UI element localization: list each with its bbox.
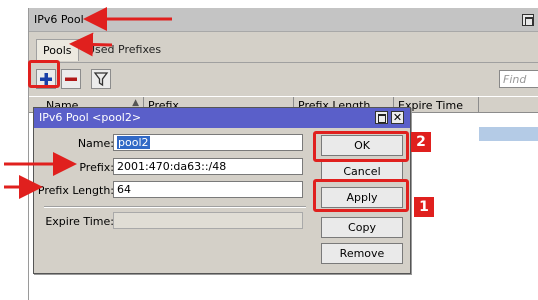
prefix-label: Prefix:: [79, 161, 114, 174]
prefix-length-label: Prefix Length:: [37, 184, 114, 197]
copy-button[interactable]: Copy: [321, 217, 403, 238]
minus-icon: [65, 77, 77, 81]
expire-time-label: Expire Time:: [45, 215, 114, 228]
tab-bar: Used Prefixes Pools: [29, 33, 538, 63]
tab-pools[interactable]: Pools: [36, 39, 79, 61]
remove-button[interactable]: [61, 69, 81, 89]
toolbar: Find: [29, 64, 538, 94]
name-field[interactable]: pool2: [113, 134, 303, 151]
expire-time-field: [113, 212, 303, 229]
find-input[interactable]: Find: [499, 70, 538, 88]
badge-step-1: 1: [414, 197, 434, 217]
prefix-field[interactable]: 2001:470:da63::/48: [113, 158, 303, 175]
dialog-close-icon[interactable]: ✕: [391, 111, 404, 124]
form-separator: [44, 206, 306, 208]
remove-dialog-button[interactable]: Remove: [321, 243, 403, 264]
filter-button[interactable]: [91, 69, 111, 89]
funnel-icon: [93, 72, 109, 87]
name-label: Name:: [77, 137, 114, 150]
name-value: pool2: [117, 136, 150, 149]
tab-used-prefixes[interactable]: Used Prefixes: [81, 39, 167, 61]
prefix-length-field[interactable]: 64: [113, 181, 303, 198]
dialog-maximize-icon[interactable]: [375, 111, 388, 124]
highlight-apply-button: [313, 179, 409, 212]
dialog-titlebar[interactable]: IPv6 Pool <pool2> ✕: [34, 108, 410, 128]
highlight-ok-button: [313, 131, 409, 162]
highlight-add-button: [28, 60, 60, 88]
window-title: IPv6 Pool: [34, 13, 84, 26]
dialog-title: IPv6 Pool <pool2>: [39, 111, 142, 124]
badge-step-2: 2: [411, 132, 431, 152]
maximize-icon[interactable]: [522, 14, 534, 26]
window-titlebar[interactable]: IPv6 Pool: [29, 8, 538, 32]
table-row-selected[interactable]: [479, 127, 538, 141]
